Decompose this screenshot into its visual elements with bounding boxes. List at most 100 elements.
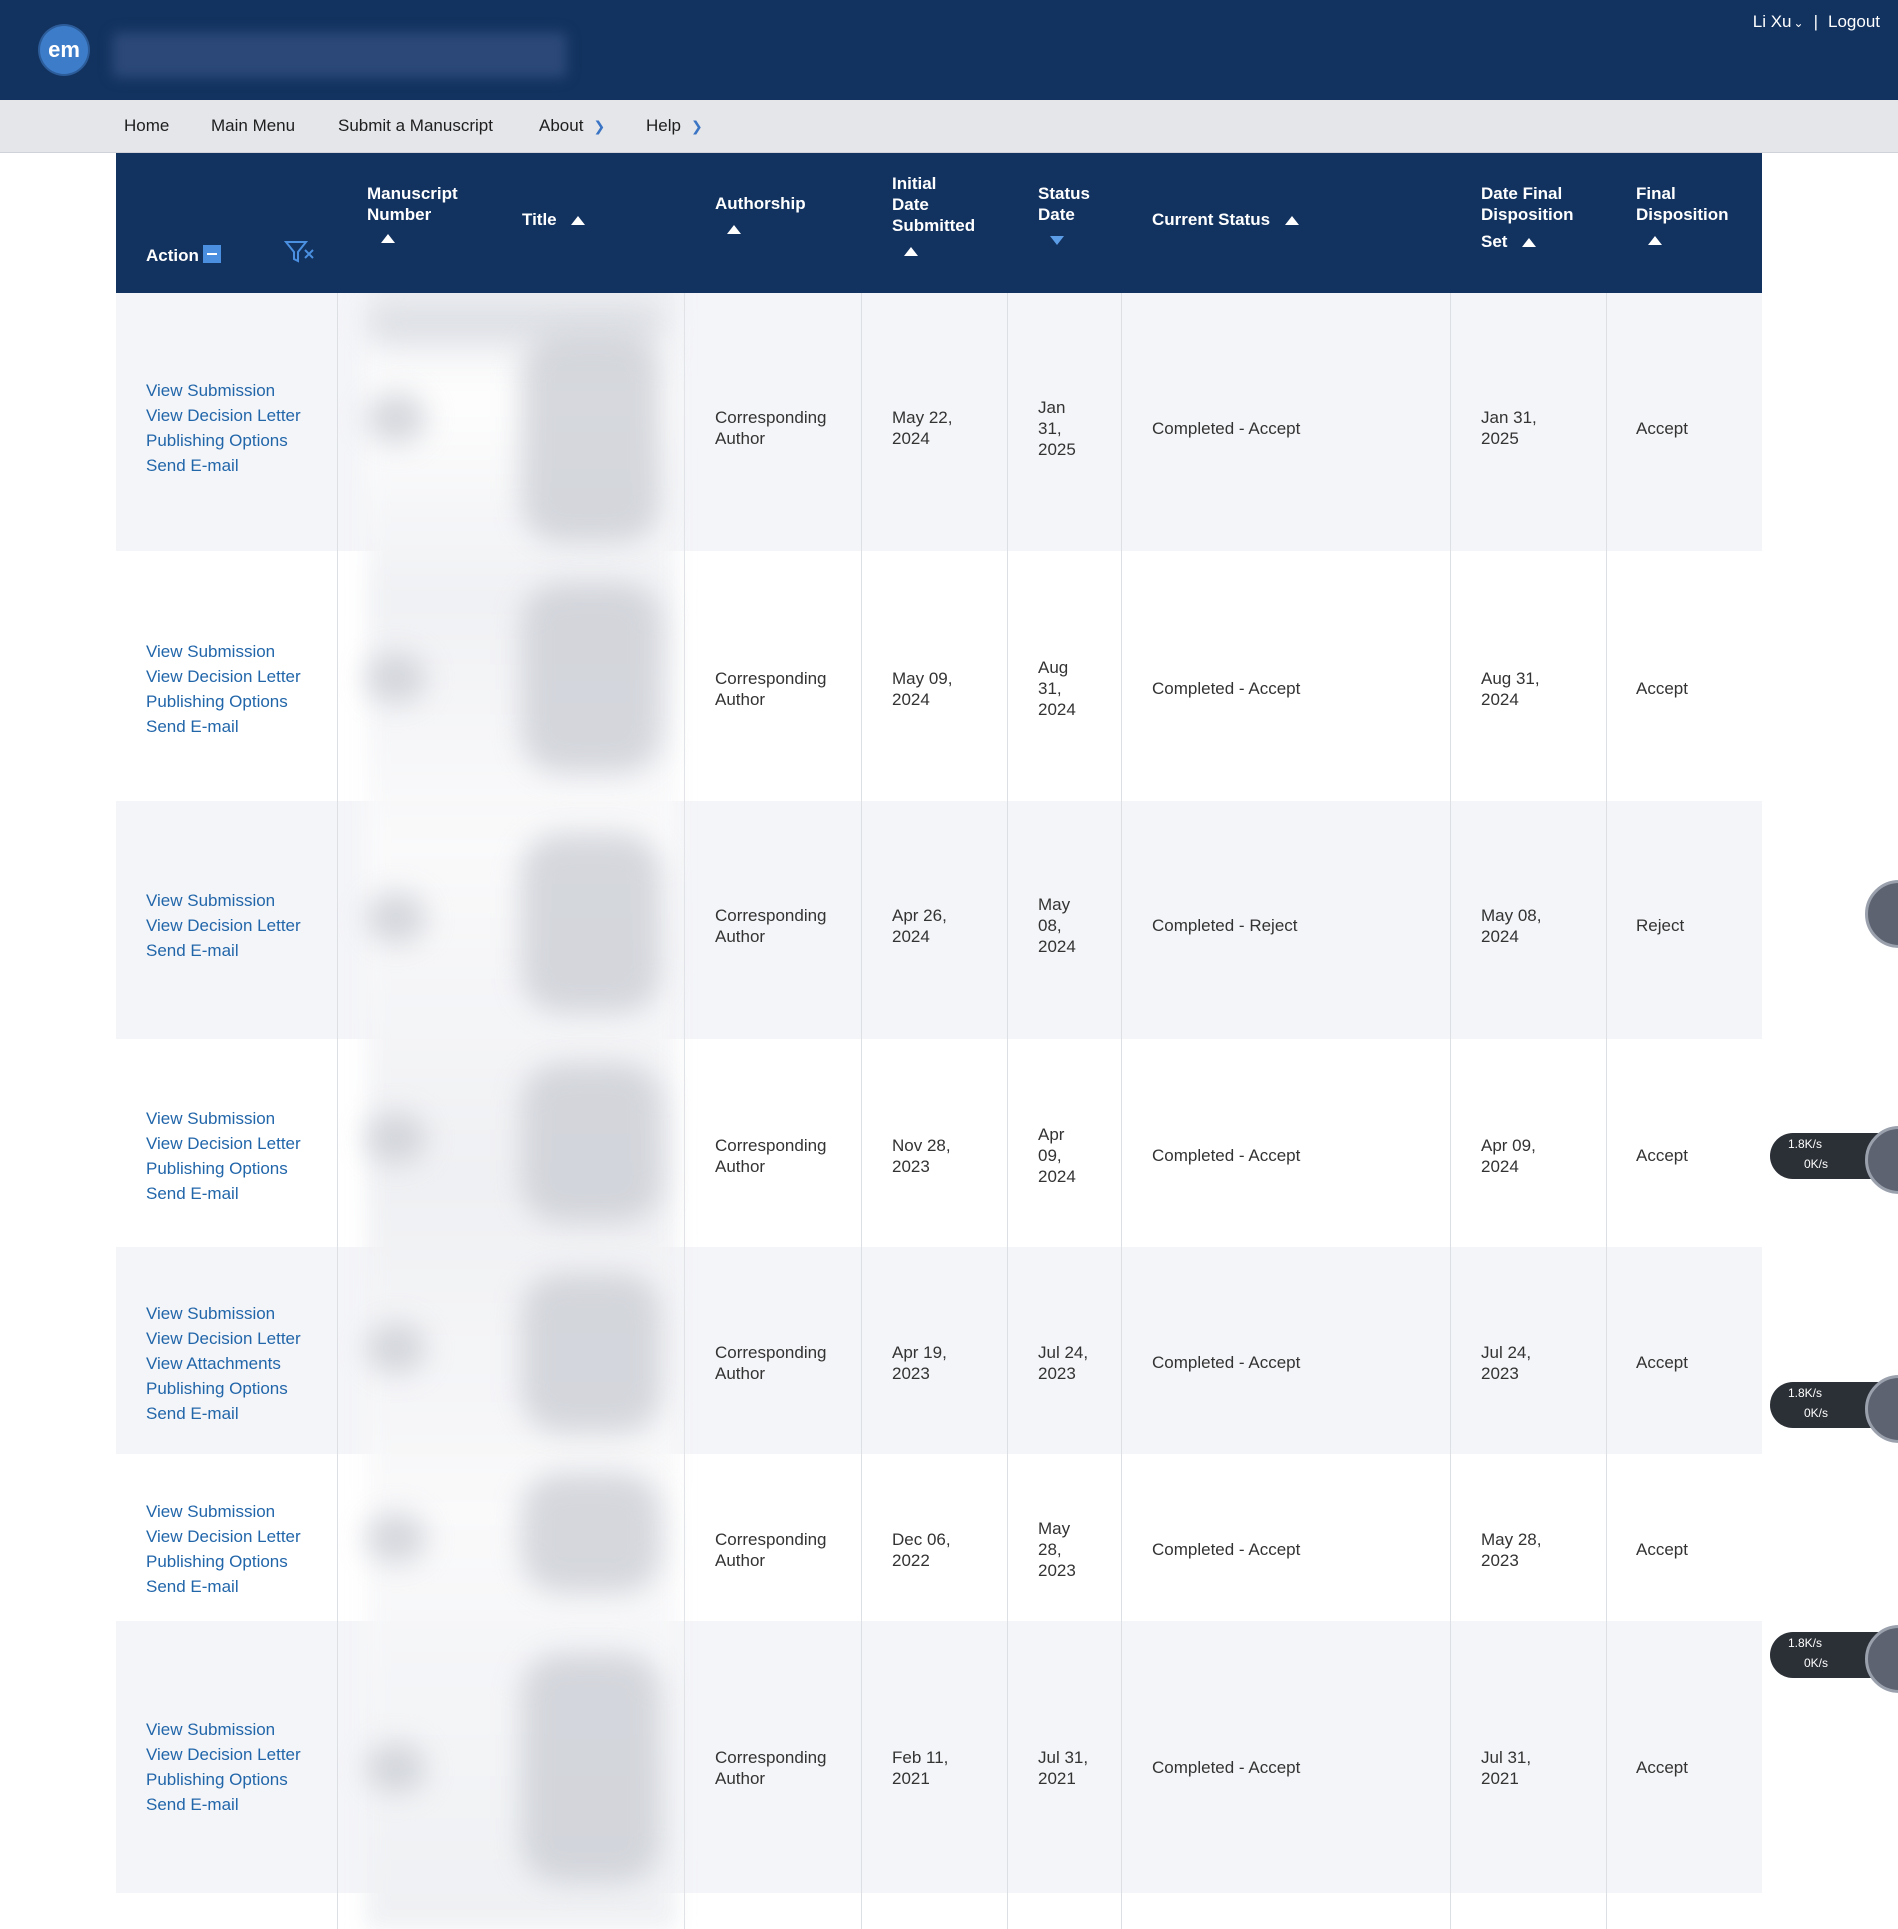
column-divider xyxy=(1606,293,1607,1929)
view-decision-letter-link[interactable]: View Decision Letter xyxy=(146,1742,301,1767)
logout-link[interactable]: Logout xyxy=(1828,12,1880,32)
publishing-options-link[interactable]: Publishing Options xyxy=(146,1156,301,1181)
header-text: Number xyxy=(367,205,432,224)
view-submission-link[interactable]: View Submission xyxy=(146,1106,301,1131)
send-email-link[interactable]: Send E-mail xyxy=(146,938,301,963)
initial-date-cell: May 22, 2024 xyxy=(892,407,952,449)
view-decision-letter-link[interactable]: View Decision Letter xyxy=(146,1524,301,1549)
cell-text: Jan 31, xyxy=(1481,408,1537,427)
view-decision-letter-link[interactable]: View Decision Letter xyxy=(146,664,301,689)
view-decision-letter-link[interactable]: View Decision Letter xyxy=(146,1131,301,1156)
header-date-final-disposition-set[interactable]: Date Final Disposition Set xyxy=(1481,183,1574,252)
publishing-options-link[interactable]: Publishing Options xyxy=(146,689,301,714)
view-submission-link[interactable]: View Submission xyxy=(146,1717,301,1742)
redacted-block xyxy=(366,1743,426,1793)
header-text: Date xyxy=(892,195,929,214)
cell-text: 2024 xyxy=(1038,700,1076,719)
nav-help[interactable]: Help ❯ xyxy=(646,100,703,152)
send-email-link[interactable]: Send E-mail xyxy=(146,1574,301,1599)
final-date-cell: May 28, 2023 xyxy=(1481,1529,1541,1571)
separator: | xyxy=(1813,12,1818,31)
app-logo[interactable]: em xyxy=(40,26,88,74)
publishing-options-link[interactable]: Publishing Options xyxy=(146,428,301,453)
final-date-cell: Aug 31, 2024 xyxy=(1481,668,1540,710)
cell-text: May 28, xyxy=(1481,1530,1542,1549)
current-status-cell: Completed - Reject xyxy=(1152,916,1298,935)
status-date-cell: Aug 31, 2024 xyxy=(1038,657,1076,720)
final-date-cell: Jul 24, 2023 xyxy=(1481,1342,1531,1384)
cell-text: May 08, xyxy=(1481,906,1542,925)
send-email-link[interactable]: Send E-mail xyxy=(146,453,301,478)
publishing-options-link[interactable]: Publishing Options xyxy=(146,1549,301,1574)
view-submission-link[interactable]: View Submission xyxy=(146,639,301,664)
status-date-cell: Jul 24, 2023 xyxy=(1038,1342,1088,1384)
chevron-down-icon: ❯ xyxy=(593,118,606,134)
view-submission-link[interactable]: View Submission xyxy=(146,888,301,913)
view-submission-link[interactable]: View Submission xyxy=(146,1499,301,1524)
nav-home[interactable]: Home xyxy=(124,100,169,152)
collapse-icon[interactable] xyxy=(202,245,221,263)
cell-text: Apr xyxy=(1038,1125,1065,1144)
cell-text: Apr 19, xyxy=(892,1343,947,1362)
authorship-cell: Corresponding Author xyxy=(715,407,827,449)
sort-asc-icon[interactable] xyxy=(381,234,395,244)
view-decision-letter-link[interactable]: View Decision Letter xyxy=(146,403,301,428)
cell-text: 2025 xyxy=(1481,429,1519,448)
header-status-date[interactable]: Status Date xyxy=(1038,183,1090,250)
send-email-link[interactable]: Send E-mail xyxy=(146,714,301,739)
main-nav: Home Main Menu Submit a Manuscript About… xyxy=(0,100,1898,153)
sort-asc-icon[interactable] xyxy=(1284,216,1299,226)
sort-asc-icon[interactable] xyxy=(1648,236,1662,246)
cell-text: Corresponding xyxy=(715,906,827,925)
initial-date-cell: Nov 28, 2023 xyxy=(892,1135,951,1177)
header-current-status[interactable]: Current Status xyxy=(1152,209,1299,230)
nav-main-menu[interactable]: Main Menu xyxy=(211,100,295,152)
redacted-block xyxy=(521,333,661,543)
header-manuscript-number[interactable]: Manuscript Number xyxy=(367,183,458,248)
view-submission-link[interactable]: View Submission xyxy=(146,1301,301,1326)
cell-text: Author xyxy=(715,690,766,709)
authorship-cell: Corresponding Author xyxy=(715,1747,827,1789)
send-email-link[interactable]: Send E-mail xyxy=(146,1401,301,1426)
nav-about[interactable]: About ❯ xyxy=(539,100,605,152)
table-header: Action Manuscript Number Title Authorshi… xyxy=(116,153,1762,293)
header-text: Date xyxy=(1038,205,1075,224)
header-authorship[interactable]: Authorship xyxy=(715,193,806,239)
cell-text: 2023 xyxy=(1038,1561,1076,1580)
sort-asc-icon[interactable] xyxy=(904,247,918,257)
row-actions: View Submission View Decision Letter Vie… xyxy=(146,1301,301,1426)
final-disposition-cell: Accept xyxy=(1636,1758,1688,1777)
cell-text: 2025 xyxy=(1038,440,1076,459)
redacted-block xyxy=(521,1473,661,1593)
final-disposition-cell: Accept xyxy=(1636,1146,1688,1165)
submissions-table: Action Manuscript Number Title Authorshi… xyxy=(116,153,1762,1929)
view-decision-letter-link[interactable]: View Decision Letter xyxy=(146,913,301,938)
publishing-options-link[interactable]: Publishing Options xyxy=(146,1767,301,1792)
view-decision-letter-link[interactable]: View Decision Letter xyxy=(146,1326,301,1351)
sort-asc-icon[interactable] xyxy=(1522,238,1537,248)
journal-name-redacted xyxy=(112,32,567,78)
sort-asc-icon[interactable] xyxy=(571,216,586,226)
row-actions: View Submission View Decision Letter Pub… xyxy=(146,639,301,739)
sort-desc-icon[interactable] xyxy=(1050,236,1064,246)
user-name-button[interactable]: Li Xu ⌄ xyxy=(1753,12,1804,32)
authorship-cell: Corresponding Author xyxy=(715,1135,827,1177)
view-attachments-link[interactable]: View Attachments xyxy=(146,1351,301,1376)
cell-text: May xyxy=(1038,1519,1071,1538)
nav-submit-manuscript[interactable]: Submit a Manuscript xyxy=(338,100,493,152)
header-title[interactable]: Title xyxy=(522,209,586,230)
cell-text: May xyxy=(1038,895,1071,914)
send-email-link[interactable]: Send E-mail xyxy=(146,1792,301,1817)
send-email-link[interactable]: Send E-mail xyxy=(146,1181,301,1206)
floating-assistant-button[interactable] xyxy=(1865,880,1898,948)
cell-text: Nov 28, xyxy=(892,1136,951,1155)
sort-asc-icon[interactable] xyxy=(727,225,741,235)
header-text: Authorship xyxy=(715,194,806,213)
publishing-options-link[interactable]: Publishing Options xyxy=(146,1376,301,1401)
clear-filter-icon[interactable] xyxy=(284,239,316,265)
view-submission-link[interactable]: View Submission xyxy=(146,378,301,403)
header-final-disposition[interactable]: Final Disposition xyxy=(1636,183,1729,250)
cell-text: Corresponding xyxy=(715,1530,827,1549)
header-initial-date-submitted[interactable]: Initial Date Submitted xyxy=(892,173,975,261)
redacted-block xyxy=(521,1063,661,1223)
